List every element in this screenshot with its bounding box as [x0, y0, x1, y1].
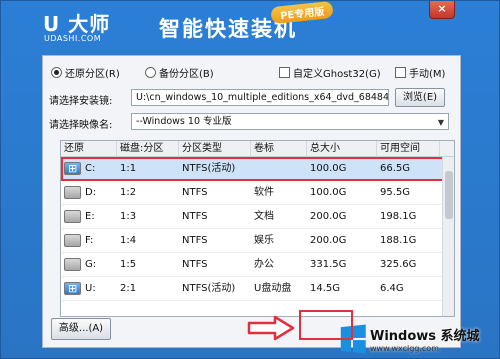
- browse-button[interactable]: 浏览(E): [395, 88, 445, 107]
- volume-label-cell: 娱乐: [254, 234, 274, 246]
- partition-type-cell: NTFS(活动): [182, 282, 236, 294]
- total-size-cell: 200.0G: [310, 210, 347, 222]
- logo-main-text: U 大师: [43, 12, 111, 36]
- table-row[interactable]: D: 1:2 NTFS 软件 100.0G 95.5G: [61, 181, 454, 205]
- volume-label-cell: U盘动盘: [254, 282, 292, 294]
- column-header-restore[interactable]: 还原: [61, 141, 117, 157]
- table-row[interactable]: G: 1:5 NTFS 办公 331.5G 325.6G: [61, 253, 454, 277]
- column-header-free-space[interactable]: 可用空间: [377, 141, 440, 157]
- image-name-label: 请选择映像名:: [49, 120, 113, 131]
- partition-type-cell: NTFS: [182, 186, 208, 198]
- volume-label-cell: [251, 157, 307, 181]
- backup-radio-label: 备份分区(B): [159, 69, 214, 80]
- volume-label-cell: 办公: [254, 258, 274, 270]
- install-package-path-field[interactable]: U:\cn_windows_10_multiple_editions_x64_d…: [131, 89, 389, 106]
- column-header-total-size[interactable]: 总大小: [307, 141, 377, 157]
- pointer-arrow-icon: [247, 315, 295, 341]
- title-bar: U 大师 UDASHI.COM 智能快速装机 PE专用版 ×: [1, 0, 500, 53]
- free-space-cell: 66.5G: [380, 162, 411, 174]
- pe-edition-badge: PE专用版: [270, 0, 334, 25]
- drive-letter: F:: [85, 234, 94, 246]
- hard-drive-icon: [64, 186, 81, 199]
- watermark-text: Windows 系统城 www.wxclgg.com: [370, 325, 480, 353]
- drive-cell: U:: [61, 277, 117, 301]
- free-space-cell: 188.1G: [380, 234, 417, 246]
- chevron-down-icon: ▼: [437, 118, 444, 127]
- hard-drive-icon: [64, 258, 81, 271]
- free-space-cell: 325.6G: [380, 258, 417, 270]
- drive-letter: G:: [85, 258, 97, 270]
- advanced-button[interactable]: 高级...(A): [51, 318, 111, 340]
- scrollbar-thumb[interactable]: [445, 171, 453, 219]
- free-space-cell: 95.5G: [380, 186, 411, 198]
- backup-radio-indicator: [145, 67, 156, 78]
- table-row[interactable]: F: 1:4 NTFS 娱乐 200.0G 188.1G: [61, 229, 454, 253]
- udashi-logo: U 大师 UDASHI.COM: [43, 8, 111, 43]
- free-space-cell: 6.4G: [380, 282, 404, 294]
- backup-partition-radio[interactable]: 备份分区(B): [145, 65, 214, 80]
- table-row[interactable]: E: 1:3 NTFS 文档 200.0G 198.1G: [61, 205, 454, 229]
- manual-label: 手动(M): [409, 69, 446, 80]
- column-header-disk-partition[interactable]: 磁盘:分区: [117, 141, 179, 157]
- drive-cell: C:: [61, 157, 117, 181]
- table-row[interactable]: C: 1:1 NTFS(活动) 100.0G 66.5G: [61, 157, 454, 181]
- drive-cell: F:: [61, 229, 117, 253]
- total-size-cell: 100.0G: [310, 162, 347, 174]
- volume-label-cell: 文档: [254, 210, 274, 222]
- table-header: 还原 磁盘:分区 分区类型 卷标 总大小 可用空间: [61, 141, 454, 157]
- custom-ghost-checkbox[interactable]: 自定义Ghost32(G): [279, 65, 381, 80]
- windows-logo-icon: [340, 324, 366, 354]
- drive-letter: U:: [85, 282, 96, 294]
- total-size-cell: 100.0G: [310, 186, 347, 198]
- total-size-cell: 14.5G: [310, 282, 341, 294]
- drive-cell: D:: [61, 181, 117, 205]
- disk-partition-cell: 1:5: [120, 258, 137, 270]
- disk-partition-cell: 2:1: [120, 282, 137, 294]
- drive-cell: G:: [61, 253, 117, 277]
- custom-ghost-check-indicator: [279, 67, 290, 78]
- column-header-partition-type[interactable]: 分区类型: [179, 141, 251, 157]
- drive-letter: E:: [85, 210, 95, 222]
- drive-letter: D:: [85, 186, 97, 198]
- install-package-label: 请选择安装镜:: [49, 96, 113, 107]
- restore-radio-label: 还原分区(R): [65, 69, 120, 80]
- windows-drive-icon: [64, 277, 81, 301]
- disk-partition-cell: 1:4: [120, 234, 137, 246]
- main-panel: 还原分区(R) 备份分区(B) 自定义Ghost32(G) 手动(M) 请选择安…: [42, 55, 461, 348]
- watermark: Windows 系统城 www.wxclgg.com: [339, 319, 499, 359]
- volume-label-cell: 软件: [254, 186, 274, 198]
- table-row[interactable]: U: 2:1 NTFS(活动) U盘动盘 14.5G 6.4G: [61, 277, 454, 301]
- installer-window: U 大师 UDASHI.COM 智能快速装机 PE专用版 × 还原分区(R) 备…: [0, 0, 500, 359]
- disk-partition-cell: 1:1: [120, 162, 137, 174]
- manual-check-indicator: [395, 67, 406, 78]
- drive-cell: E:: [61, 205, 117, 229]
- free-space-cell: 198.1G: [380, 210, 417, 222]
- watermark-url: www.wxclgg.com: [370, 344, 439, 353]
- restore-radio-indicator: [51, 67, 62, 78]
- total-size-cell: 331.5G: [310, 258, 347, 270]
- partition-type-cell: NTFS: [182, 234, 208, 246]
- disk-partition-cell: 1:3: [120, 210, 137, 222]
- partition-type-cell: NTFS: [182, 210, 208, 222]
- table-scrollbar[interactable]: [442, 157, 454, 316]
- hard-drive-icon: [64, 210, 81, 223]
- partition-table: 还原 磁盘:分区 分区类型 卷标 总大小 可用空间 C: 1:1 NTFS(活动…: [60, 140, 455, 317]
- custom-ghost-label: 自定义Ghost32(G): [293, 69, 381, 80]
- partition-type-cell: NTFS(活动): [182, 162, 236, 174]
- logo-sub-text: UDASHI.COM: [44, 34, 102, 43]
- total-size-cell: 200.0G: [310, 234, 347, 246]
- column-header-volume-label[interactable]: 卷标: [251, 141, 307, 157]
- watermark-title: Windows 系统城: [370, 329, 480, 344]
- image-name-dropdown[interactable]: --Windows 10 专业版 ▼: [131, 113, 449, 130]
- windows-drive-icon: [64, 157, 81, 181]
- partition-type-cell: NTFS: [182, 258, 208, 270]
- disk-partition-cell: 1:2: [120, 186, 137, 198]
- hard-drive-icon: [64, 234, 81, 247]
- close-button[interactable]: ×: [429, 1, 455, 19]
- manual-checkbox[interactable]: 手动(M): [395, 65, 445, 80]
- image-name-value: --Windows 10 专业版: [136, 116, 232, 127]
- drive-letter: C:: [85, 162, 96, 174]
- restore-partition-radio[interactable]: 还原分区(R): [51, 65, 120, 80]
